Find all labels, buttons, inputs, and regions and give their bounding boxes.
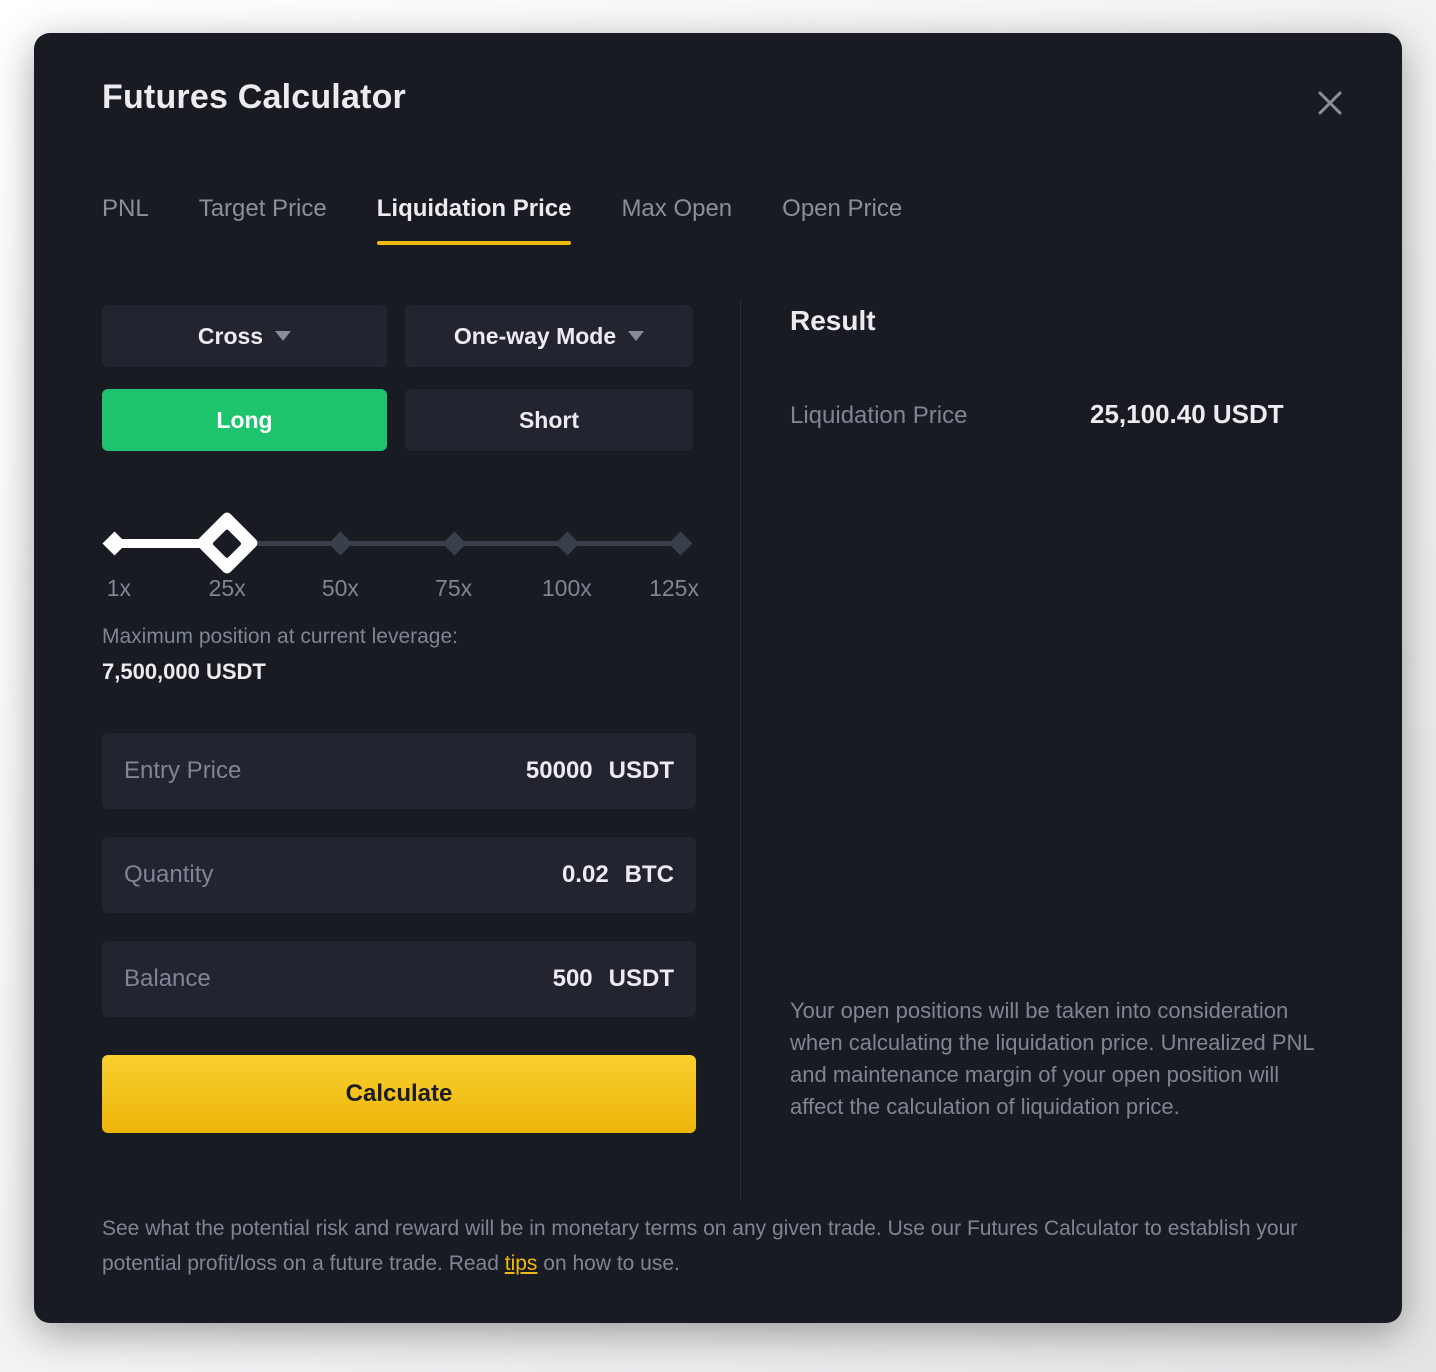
slider-tick-1x[interactable] [102, 531, 127, 556]
entry-price-input[interactable] [372, 757, 593, 785]
slider-tick-100x[interactable] [555, 531, 580, 556]
tab-max-open[interactable]: Max Open [621, 195, 732, 245]
close-icon[interactable] [1308, 81, 1352, 125]
result-value: 25,100.40 USDT [1090, 399, 1284, 429]
page-title: Futures Calculator [102, 78, 406, 116]
side-toggle: Long Short [102, 389, 702, 451]
calculator-form: Cross One-way Mode Long Short 1x 25x 50x 75… [102, 305, 702, 1133]
position-mode-value: One-way Mode [453, 322, 617, 349]
slider-label-1x[interactable]: 1x [107, 575, 131, 602]
slider-thumb[interactable] [194, 510, 260, 576]
dialog-header: Futures Calculator [34, 33, 1402, 183]
balance-unit: USDT [608, 965, 674, 992]
slider-label-125x[interactable]: 125x [649, 575, 699, 602]
quantity-row[interactable]: Quantity BTC [102, 837, 696, 913]
entry-price-unit: USDT [608, 757, 674, 784]
result-label: Liquidation Price [790, 402, 968, 429]
balance-input[interactable] [372, 965, 593, 993]
slider-label-50x[interactable]: 50x [322, 575, 359, 602]
entry-price-label: Entry Price [124, 757, 242, 784]
quantity-input[interactable] [388, 861, 609, 889]
slider-label-25x[interactable]: 25x [209, 575, 246, 602]
result-note: Your open positions will be taken into c… [790, 998, 1314, 1119]
position-mode-select[interactable]: One-way Mode [405, 305, 693, 367]
balance-row[interactable]: Balance USDT [102, 941, 696, 1017]
result-row: Liquidation Price 25,100.40 USDT [790, 399, 1350, 430]
futures-calculator-dialog: Futures Calculator PNL Target Price Liqu… [34, 33, 1402, 1323]
quantity-label: Quantity [124, 861, 214, 888]
tab-target-price[interactable]: Target Price [199, 195, 327, 245]
margin-mode-select[interactable]: Cross [102, 305, 387, 367]
slider-label-100x[interactable]: 100x [542, 575, 592, 602]
leverage-tick-labels: 1x 25x 50x 75x 100x 125x [102, 575, 699, 609]
footer-text-before: See what the potential risk and reward w… [102, 1217, 1298, 1275]
max-position-value: 7,500,000 USDT [102, 659, 266, 684]
entry-price-row[interactable]: Entry Price USDT [102, 733, 696, 809]
input-fields: Entry Price USDT Quantity BTC Balance US… [102, 733, 702, 1017]
footer-help-text: See what the potential risk and reward w… [102, 1211, 1334, 1281]
slider-tick-125x[interactable] [668, 531, 693, 556]
short-button[interactable]: Short [405, 389, 693, 451]
balance-label: Balance [124, 965, 211, 992]
leverage-slider[interactable] [102, 510, 693, 576]
calculate-button[interactable]: Calculate [102, 1055, 696, 1133]
column-divider [740, 300, 741, 1200]
quantity-unit: BTC [624, 861, 674, 888]
result-title: Result [790, 305, 876, 336]
slider-label-75x[interactable]: 75x [435, 575, 472, 602]
max-position-caption: Maximum position at current leverage: [102, 625, 458, 648]
slider-tick-50x[interactable] [328, 531, 353, 556]
tab-open-price[interactable]: Open Price [782, 195, 902, 245]
tab-liquidation-price[interactable]: Liquidation Price [376, 195, 571, 245]
chevron-down-icon [628, 331, 645, 341]
footer-text-after: on how to use. [537, 1252, 680, 1275]
tips-link[interactable]: tips [505, 1252, 538, 1275]
margin-mode-value: Cross [197, 322, 264, 349]
chevron-down-icon [275, 331, 292, 341]
leverage-slider-block: 1x 25x 50x 75x 100x 125x Maximum position at … [102, 510, 702, 685]
result-panel: Result Liquidation Price 25,100.40 USDT … [790, 305, 1350, 1205]
slider-tick-75x[interactable] [442, 531, 467, 556]
long-button[interactable]: Long [102, 389, 387, 451]
mode-selectors: Cross One-way Mode [102, 305, 702, 367]
tab-pnl[interactable]: PNL [102, 195, 149, 245]
tab-bar: PNL Target Price Liquidation Price Max O… [102, 195, 902, 245]
